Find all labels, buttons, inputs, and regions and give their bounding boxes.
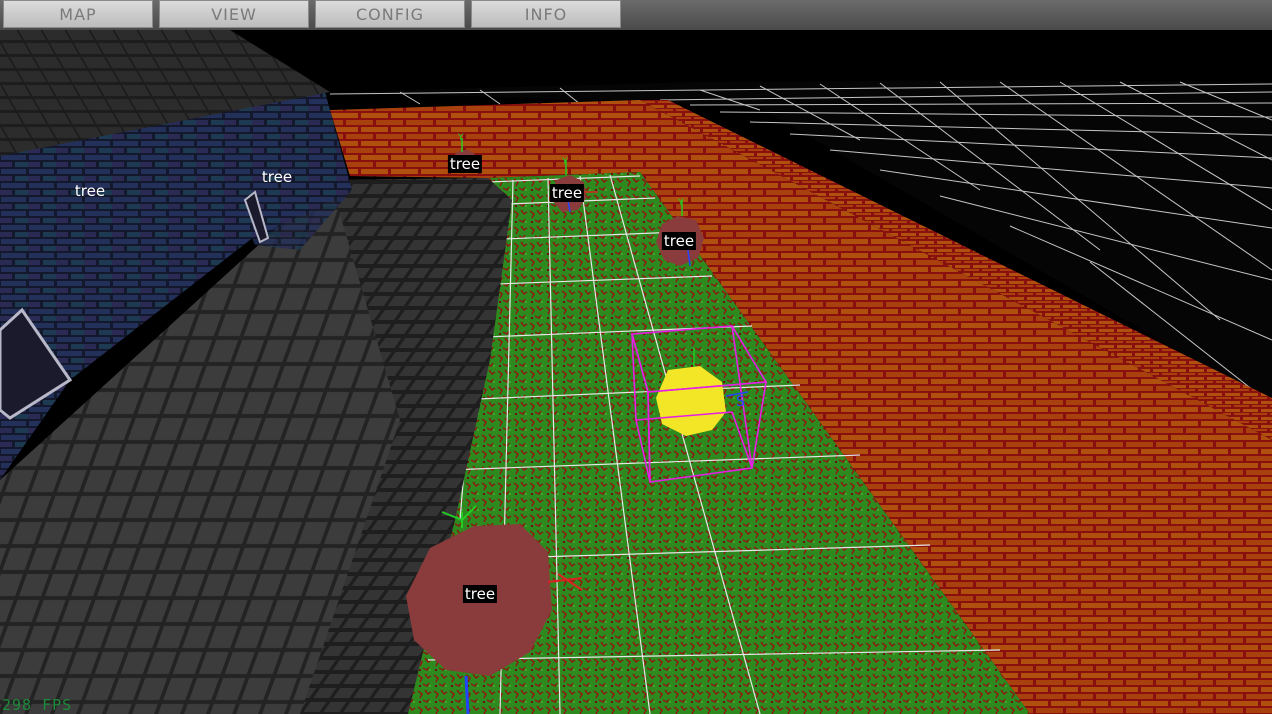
menu-info-button[interactable]: INFO (471, 0, 621, 28)
svg-text:Y: Y (677, 198, 684, 208)
object-label: tree (549, 184, 585, 202)
top-menu-bar: MAP VIEW CONFIG INFO (0, 0, 1272, 30)
svg-text:Y: Y (561, 157, 568, 167)
fps-counter: 298 FPS (2, 696, 73, 714)
object-label: tree (261, 168, 293, 186)
object-label: tree (447, 155, 483, 173)
game-viewport[interactable]: Y Y Y S (0, 0, 1272, 714)
object-label: tree (74, 182, 106, 200)
object-label: tree (462, 585, 498, 603)
menu-view-button[interactable]: VIEW (159, 0, 309, 28)
brick-wall-far (330, 100, 640, 178)
svg-text:Y: Y (457, 133, 464, 143)
menu-map-button[interactable]: MAP (3, 0, 153, 28)
menu-config-button[interactable]: CONFIG (315, 0, 465, 28)
object-label: tree (661, 232, 697, 250)
svg-text:S: S (736, 394, 745, 410)
